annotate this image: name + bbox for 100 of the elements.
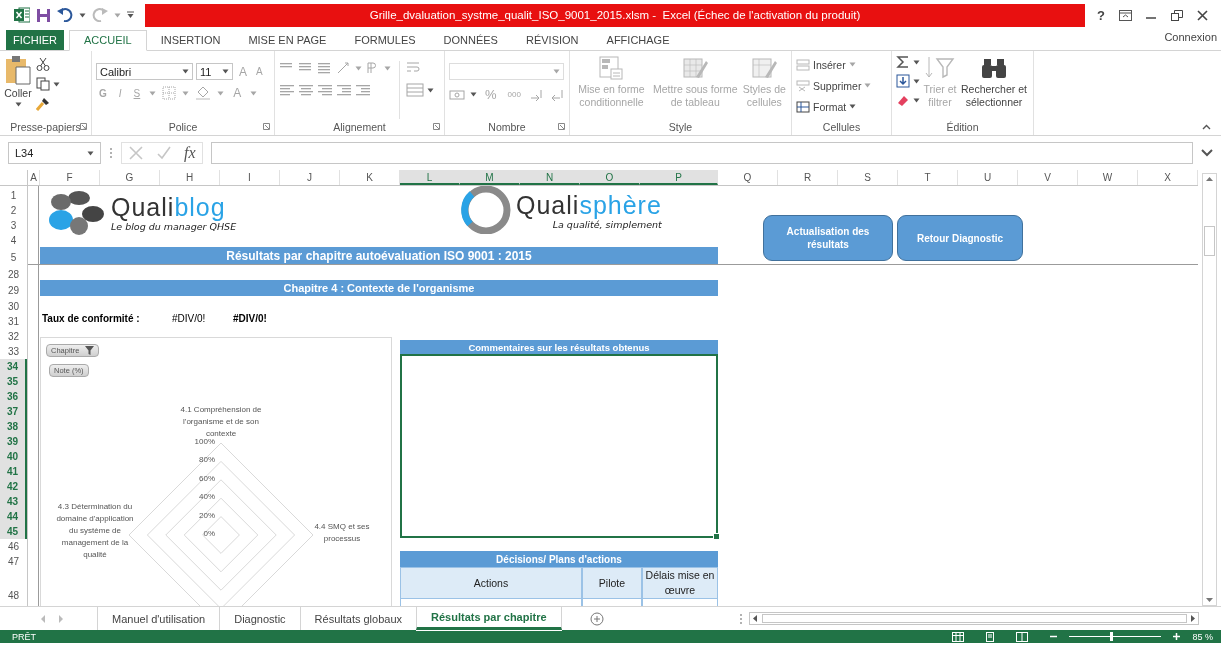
ribbon-tab[interactable]: AFFICHAGE <box>592 30 684 50</box>
row-header[interactable]: 45 <box>0 524 27 539</box>
editing-button[interactable]: Rechercher et sélectionner <box>960 55 1028 119</box>
column-header[interactable]: M <box>460 170 520 185</box>
row-header[interactable]: 42 <box>0 479 27 494</box>
collapse-ribbon-icon[interactable] <box>1202 124 1211 130</box>
dialog-launcher-icon[interactable] <box>558 123 565 130</box>
zoom-level[interactable]: 85 % <box>1192 631 1213 642</box>
vertical-scrollbar[interactable] <box>1202 173 1217 606</box>
row-header[interactable]: 4 <box>0 233 27 248</box>
redo-icon[interactable] <box>92 8 108 22</box>
caret-icon[interactable] <box>222 69 229 74</box>
ribbon-tab[interactable]: ACCUEIL <box>69 30 147 51</box>
caret-icon[interactable] <box>913 97 920 103</box>
dialog-launcher-icon[interactable] <box>80 123 87 130</box>
row-header[interactable]: 3 <box>0 218 27 233</box>
caret-icon[interactable] <box>849 104 857 109</box>
column-header[interactable]: P <box>640 170 718 185</box>
ribbon-tab[interactable]: FORMULES <box>340 30 430 50</box>
row-header[interactable]: 40 <box>0 449 27 464</box>
row-header[interactable]: 46 <box>0 539 27 554</box>
normal-view-icon[interactable] <box>952 631 965 642</box>
more-options-icon[interactable] <box>109 147 113 159</box>
row-header[interactable]: 37 <box>0 404 27 419</box>
column-header[interactable]: U <box>958 170 1018 185</box>
column-header[interactable]: T <box>898 170 958 185</box>
row-header[interactable]: 47 <box>0 554 27 569</box>
scroll-up-icon[interactable] <box>1205 174 1214 183</box>
row-header[interactable]: 31 <box>0 314 27 329</box>
align-left-icon[interactable] <box>279 83 295 97</box>
column-header[interactable]: V <box>1018 170 1078 185</box>
column-header[interactable]: G <box>100 170 160 185</box>
copy-icon[interactable] <box>36 77 50 91</box>
previous-sheet-icon[interactable] <box>40 614 46 623</box>
caret-icon[interactable] <box>53 81 60 87</box>
borders-icon[interactable] <box>162 86 177 100</box>
undo-icon[interactable] <box>57 8 73 22</box>
zoom-slider-thumb[interactable] <box>1109 632 1113 641</box>
next-sheet-icon[interactable] <box>58 614 64 623</box>
eraser-icon[interactable] <box>896 93 910 107</box>
fill-color-icon[interactable] <box>195 86 212 100</box>
insert-function-button[interactable]: fx <box>184 144 196 162</box>
row-header[interactable]: 1 <box>0 188 27 203</box>
align-right-icon[interactable] <box>317 83 333 97</box>
row-header[interactable]: 35 <box>0 374 27 389</box>
caret-icon[interactable] <box>14 102 22 107</box>
confirm-icon[interactable] <box>156 145 172 161</box>
row-header[interactable]: 28 <box>0 266 27 282</box>
column-header[interactable]: X <box>1138 170 1198 185</box>
scrollbar-thumb[interactable] <box>762 614 1187 623</box>
row-header[interactable]: 2 <box>0 203 27 218</box>
zoom-out-icon[interactable] <box>1050 633 1058 640</box>
column-header[interactable]: R <box>778 170 838 185</box>
caret-icon[interactable] <box>87 150 94 156</box>
row-header[interactable]: 36 <box>0 389 27 404</box>
close-icon[interactable] <box>1196 9 1208 21</box>
add-sheet-icon[interactable] <box>589 611 604 626</box>
caret-icon[interactable] <box>470 92 477 97</box>
dialog-launcher-icon[interactable] <box>263 123 270 130</box>
page-break-icon[interactable] <box>1016 631 1029 642</box>
fill-down-icon[interactable] <box>896 74 910 88</box>
increase-decimal-icon[interactable] <box>528 87 545 102</box>
row-header[interactable]: 43 <box>0 494 27 509</box>
customize-menu-icon[interactable] <box>127 11 134 19</box>
cells-button[interactable]: Format <box>796 97 872 116</box>
caret-icon[interactable] <box>182 69 189 74</box>
scroll-left-icon[interactable] <box>750 614 759 623</box>
scroll-down-icon[interactable] <box>1205 596 1214 605</box>
column-header[interactable]: W <box>1078 170 1138 185</box>
sign-in-link[interactable]: Connexion <box>1164 31 1217 43</box>
expand-formula-icon[interactable] <box>1201 149 1213 157</box>
column-header[interactable]: I <box>220 170 280 185</box>
more-options-icon[interactable] <box>739 612 743 625</box>
caret-icon[interactable] <box>427 87 434 93</box>
formula-field[interactable] <box>210 142 1193 164</box>
column-header[interactable]: L <box>400 170 460 185</box>
row-header[interactable]: 44 <box>0 509 27 524</box>
decrease-decimal-icon[interactable] <box>549 87 566 102</box>
column-header[interactable]: F <box>40 170 100 185</box>
row-header[interactable]: 39 <box>0 434 27 449</box>
orientation-icon[interactable] <box>336 61 352 75</box>
autosum-icon[interactable] <box>896 55 910 69</box>
ribbon-tab[interactable]: RÉVISION <box>511 30 593 50</box>
row-header[interactable]: 32 <box>0 329 27 344</box>
comments-cell[interactable] <box>400 354 718 538</box>
column-header[interactable]: N <box>520 170 580 185</box>
align-bottom-icon[interactable] <box>317 61 333 75</box>
currency-icon[interactable] <box>449 87 465 102</box>
cancel-icon[interactable] <box>128 145 144 161</box>
format-cells-icon[interactable] <box>796 100 810 113</box>
column-header[interactable]: A <box>28 170 40 185</box>
ribbon-tab[interactable]: INSERTION <box>146 30 235 50</box>
caret-icon[interactable] <box>913 78 920 84</box>
file-tab[interactable]: FICHIER <box>6 30 64 50</box>
column-header[interactable]: J <box>280 170 340 185</box>
help-button[interactable]: ? <box>1097 7 1105 23</box>
format-painter-icon[interactable] <box>36 97 50 111</box>
row-header[interactable]: 38 <box>0 419 27 434</box>
row-header[interactable]: 33 <box>0 344 27 359</box>
ribbon-display-icon[interactable] <box>1118 9 1132 21</box>
